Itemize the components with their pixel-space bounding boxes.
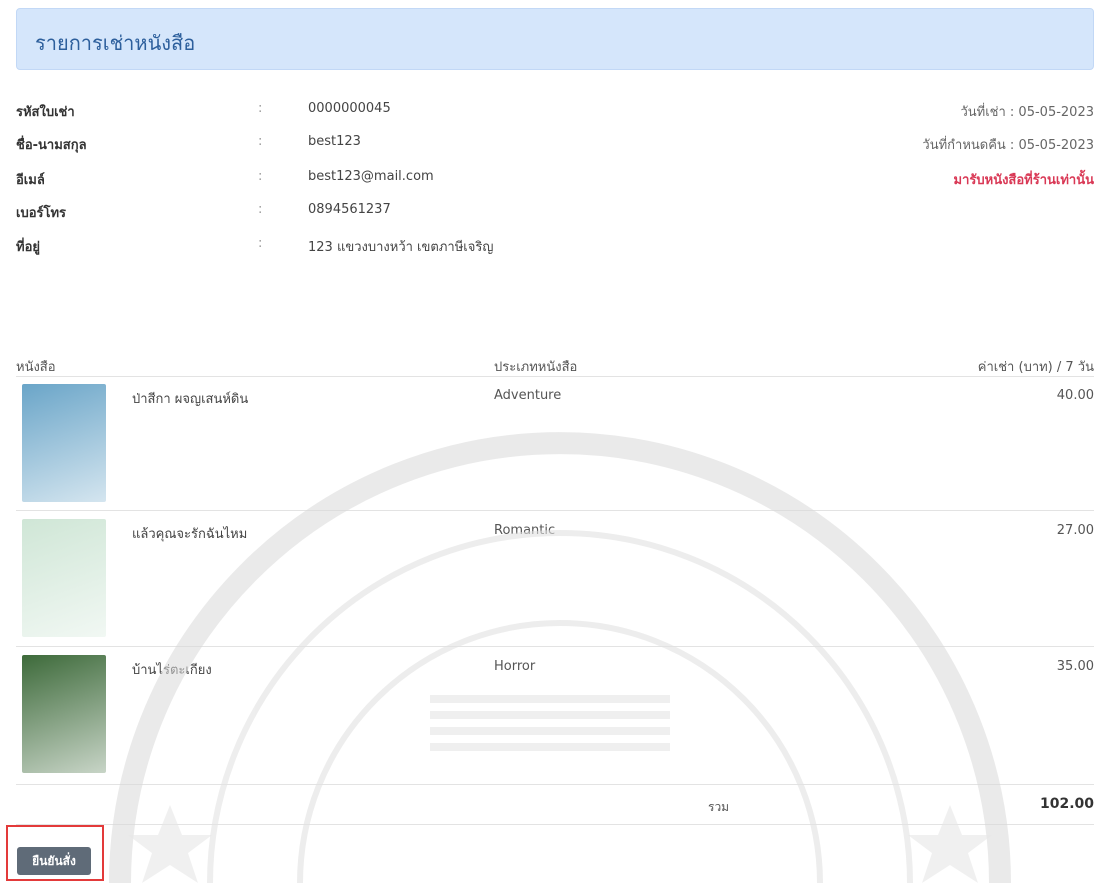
name-value: best123 (308, 134, 361, 149)
row-divider (16, 646, 1094, 647)
book-type: Romantic (494, 523, 556, 538)
book-type: Adventure (494, 388, 562, 403)
phone-label: เบอร์โทร (16, 206, 67, 221)
phone-value: 0894561237 (308, 202, 391, 217)
separator: : (258, 236, 263, 251)
info-row-address: ที่อยู่ : 123 แขวงบางหว้า เขตภาษีเจริญ (16, 236, 1094, 258)
separator: : (258, 202, 263, 217)
book-title: ป่าสีกา ผจญเสนห์ดิน (132, 392, 249, 407)
pickup-note: มารับหนังสือที่ร้านเท่านั้น (953, 173, 1094, 188)
info-row-rental-id: รหัสใบเช่า : 0000000045 วันที่เช่า : 05-… (16, 101, 1094, 123)
book-title: บ้านไร่ตะเกียง (132, 663, 212, 678)
rental-id-value: 0000000045 (308, 101, 391, 116)
column-header-type: ประเภทหนังสือ (494, 360, 578, 375)
address-label: ที่อยู่ (16, 240, 40, 255)
table-header-divider (16, 376, 1094, 377)
separator: : (258, 169, 263, 184)
book-price: 35.00 (1056, 659, 1094, 674)
separator: : (258, 134, 263, 149)
table-row: ป่าสีกา ผจญเสนห์ดิน Adventure 40.00 (16, 378, 1094, 508)
highlight-box: ยืนยันสั่ง (6, 825, 104, 881)
row-divider (16, 784, 1094, 785)
info-row-phone: เบอร์โทร : 0894561237 (16, 202, 1094, 224)
rent-date: วันที่เช่า : 05-05-2023 (960, 105, 1094, 120)
total-label: รวม (708, 800, 730, 814)
table-row: บ้านไร่ตะเกียง Horror 35.00 (16, 649, 1094, 779)
email-label: อีเมล์ (16, 173, 45, 188)
rental-id-label: รหัสใบเช่า (16, 105, 75, 120)
column-header-price: ค่าเช่า (บาท) / 7 วัน (977, 360, 1094, 375)
column-header-book: หนังสือ (16, 360, 56, 375)
book-price: 27.00 (1056, 523, 1094, 538)
book-type: Horror (494, 659, 536, 674)
total-divider (16, 824, 1094, 825)
book-cover-image[interactable] (22, 655, 106, 773)
page-title: รายการเช่าหนังสือ (35, 31, 196, 55)
address-value: 123 แขวงบางหว้า เขตภาษีเจริญ (308, 240, 494, 255)
return-date: วันที่กำหนดคืน : 05-05-2023 (922, 138, 1094, 153)
separator: : (258, 101, 263, 116)
book-title: แล้วคุณจะรักฉันไหม (132, 527, 248, 542)
info-row-name: ชื่อ-นามสกุล : best123 วันที่กำหนดคืน : … (16, 134, 1094, 156)
book-price: 40.00 (1056, 388, 1094, 403)
page-header: รายการเช่าหนังสือ (16, 8, 1094, 70)
confirm-order-button[interactable]: ยืนยันสั่ง (17, 847, 91, 875)
row-divider (16, 510, 1094, 511)
total-value: 102.00 (1039, 796, 1094, 812)
email-value: best123@mail.com (308, 169, 434, 184)
name-label: ชื่อ-นามสกุล (16, 138, 87, 153)
info-row-email: อีเมล์ : best123@mail.com มารับหนังสือที… (16, 169, 1094, 191)
book-cover-image[interactable] (22, 384, 106, 502)
book-cover-image[interactable] (22, 519, 106, 637)
table-row: แล้วคุณจะรักฉันไหม Romantic 27.00 (16, 513, 1094, 643)
